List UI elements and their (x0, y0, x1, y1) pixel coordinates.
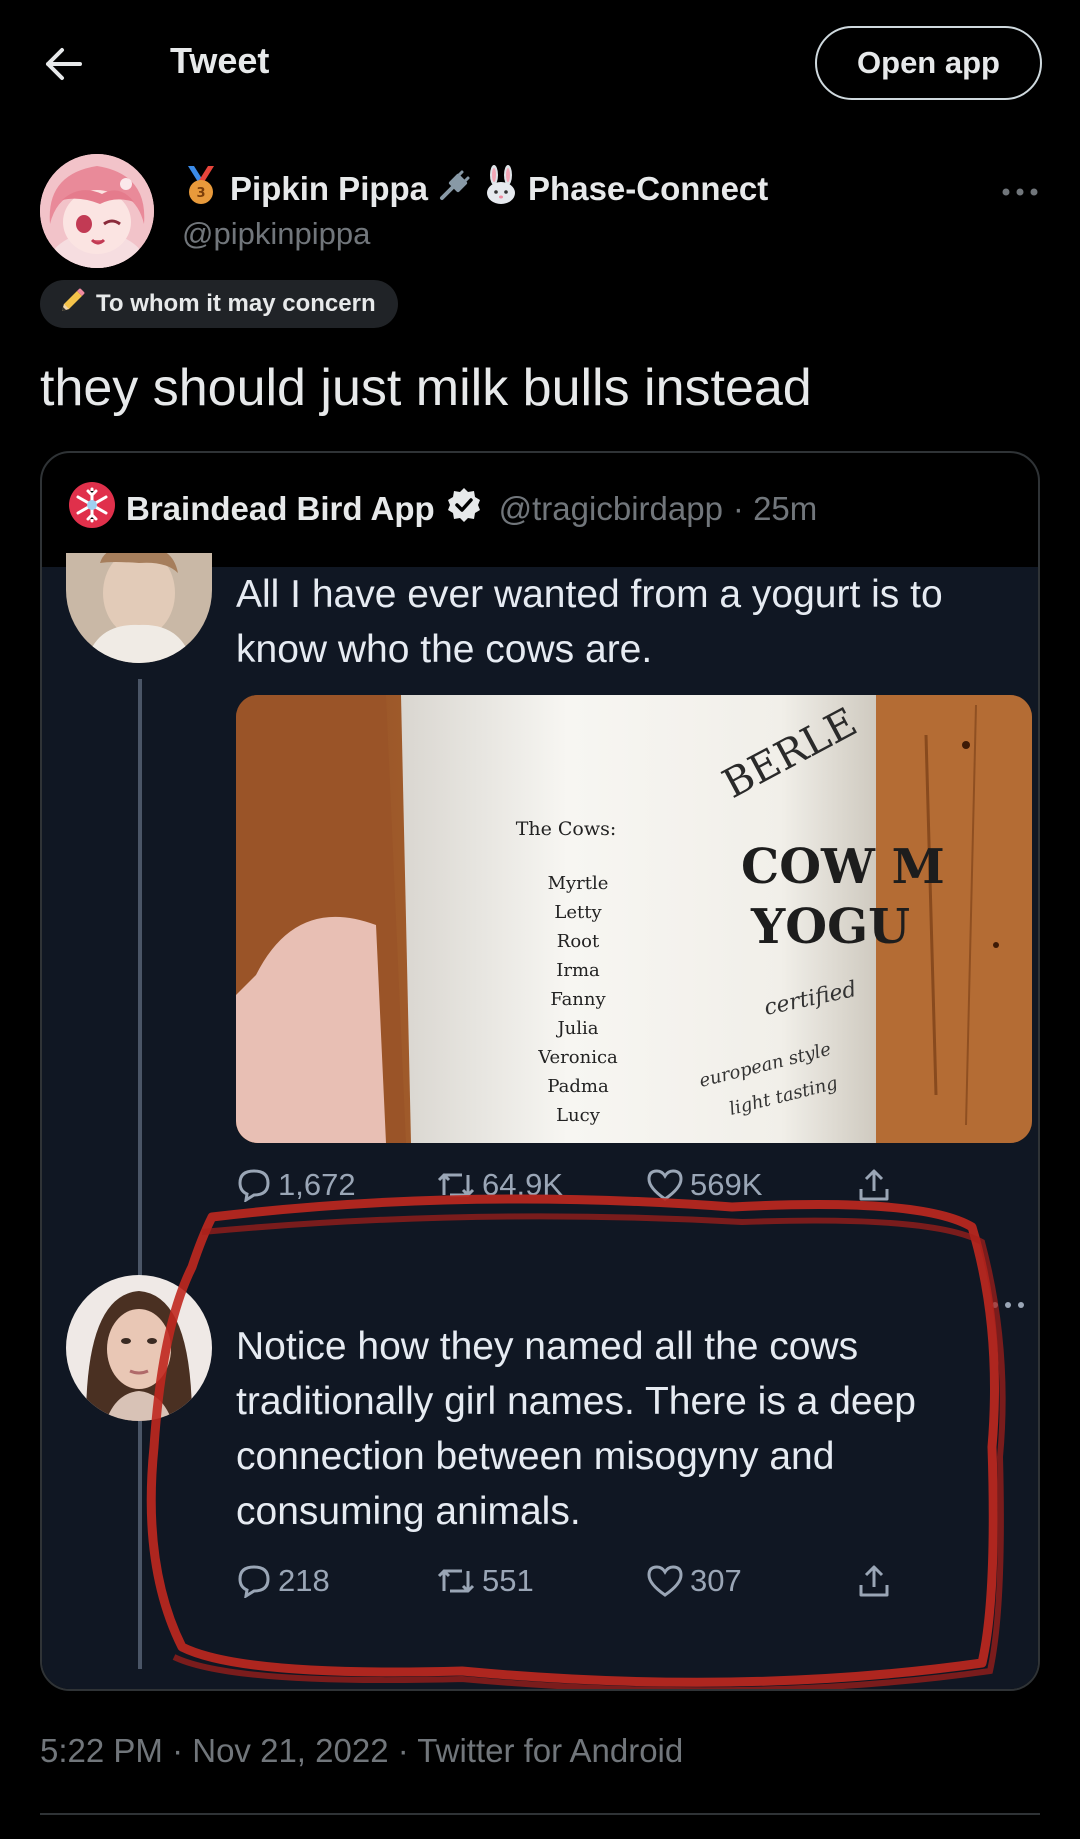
verified-badge-icon (445, 486, 483, 532)
back-arrow-icon[interactable] (40, 40, 88, 88)
quoted-author-handle: @tragicbirdapp (498, 490, 723, 527)
separator: · (162, 1732, 193, 1769)
tweet-author: 3 Pipkin Pippa Phase-Connect @pipkinpipp… (40, 154, 1040, 274)
top-bar: Tweet Open app (0, 0, 1080, 126)
medal-icon: 3 (180, 164, 222, 214)
quoted-author-name: Braindead Bird App (126, 490, 435, 527)
quoted-media-screenshot[interactable]: All I have ever wanted from a yogurt is … (42, 553, 1038, 1689)
rabbit-icon (482, 165, 520, 213)
svg-text:3: 3 (196, 186, 205, 201)
tweet-label-pill[interactable]: To whom it may concern (40, 280, 398, 328)
quoted-tweet[interactable]: Braindead Bird App @tragicbirdapp · 25m … (40, 451, 1040, 1691)
quoted-avatar[interactable] (68, 481, 116, 537)
label-text: To whom it may concern (96, 290, 376, 317)
quoted-tweet-age: · 25m (732, 490, 818, 527)
divider (40, 1813, 1040, 1815)
tweet-timestamp: 5:22 PM · Nov 21, 2022 · Twitter for And… (40, 1732, 683, 1770)
more-options-icon[interactable] (1000, 172, 1040, 206)
author-affiliation: Phase-Connect (528, 170, 769, 207)
red-annotation-scribble (146, 1194, 1006, 1689)
page-title: Tweet (170, 40, 270, 81)
author-name-row[interactable]: 3 Pipkin Pippa Phase-Connect (180, 164, 768, 214)
separator: · (388, 1732, 418, 1769)
open-app-button[interactable]: Open app (815, 26, 1042, 100)
avatar[interactable] (40, 154, 154, 268)
quoted-tweet-header: Braindead Bird App @tragicbirdapp · 25m (68, 481, 817, 537)
tweet-source[interactable]: Twitter for Android (417, 1732, 683, 1769)
tweet-text: they should just milk bulls instead (40, 359, 812, 417)
tweet-date: Nov 21, 2022 (192, 1732, 389, 1769)
author-handle[interactable]: @pipkinpippa (182, 216, 370, 252)
tweet-time: 5:22 PM (40, 1732, 163, 1769)
pencil-icon (58, 287, 86, 322)
plug-icon (436, 166, 474, 212)
author-name: Pipkin Pippa (230, 170, 429, 207)
